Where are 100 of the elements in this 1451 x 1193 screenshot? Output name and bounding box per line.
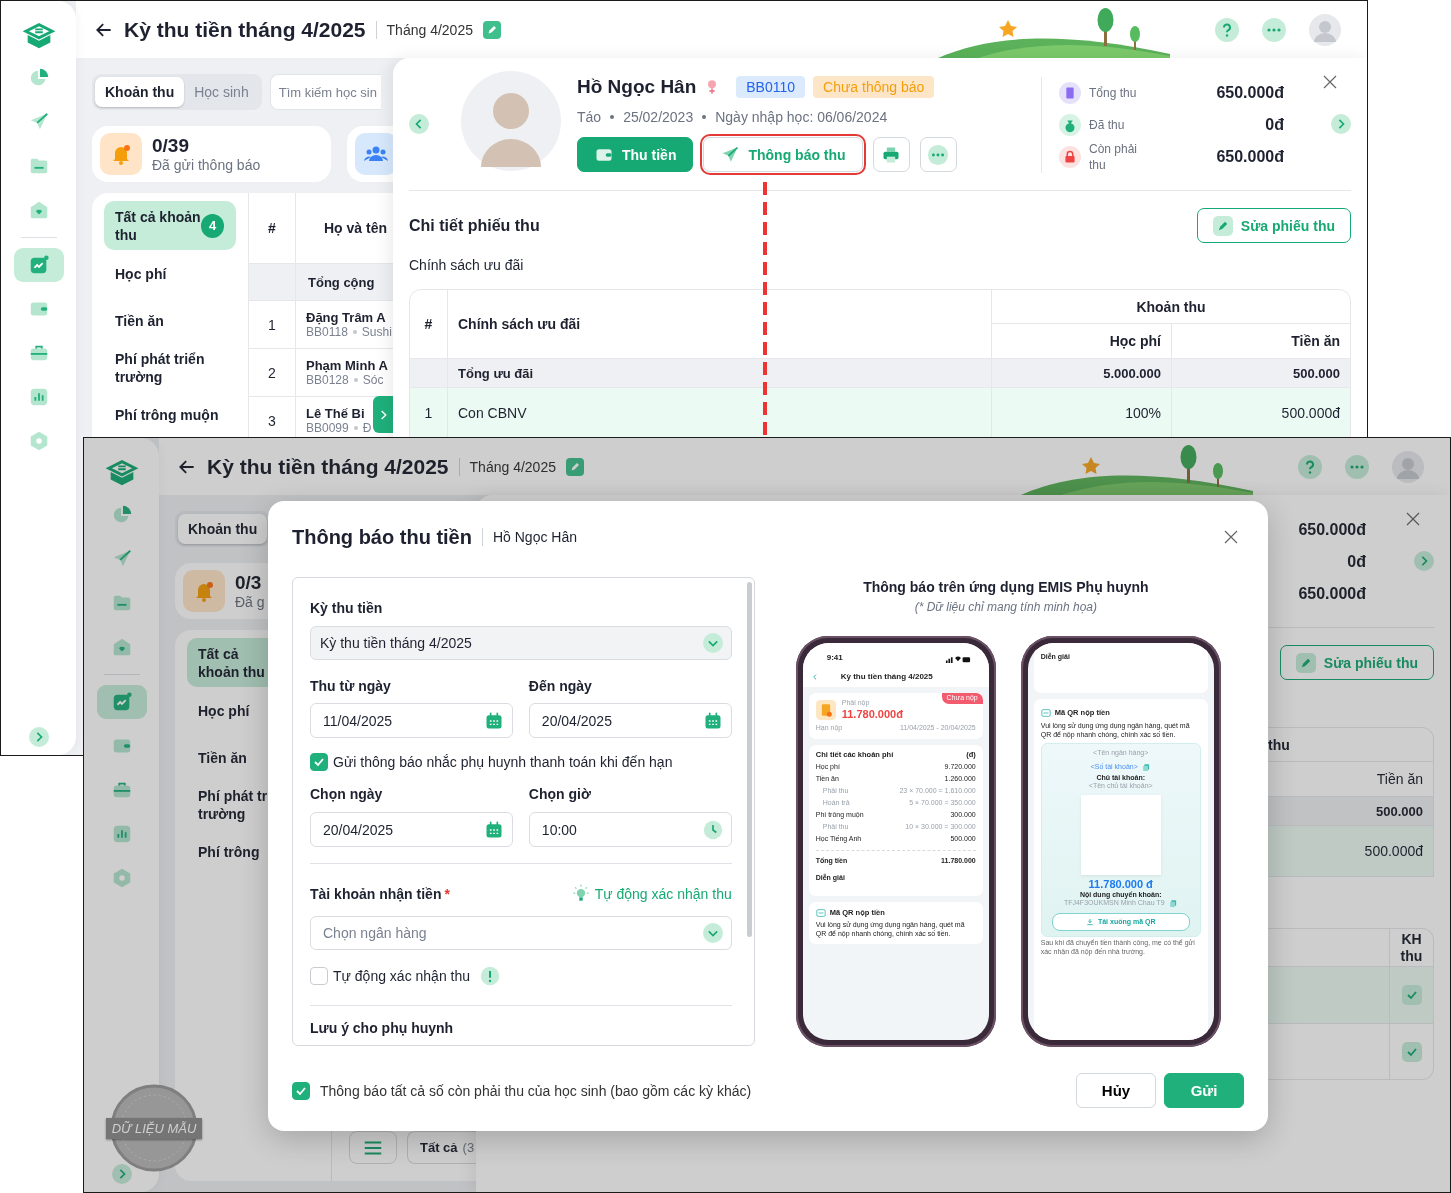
field-label: Thu từ ngày — [310, 677, 392, 695]
checkbox-label: Tự động xác nhận thu — [333, 967, 471, 985]
checkbox[interactable] — [310, 753, 328, 771]
help-icon — [1298, 454, 1322, 479]
category-item[interactable]: Học phí — [104, 250, 236, 297]
student-name: Phạm Minh A — [306, 358, 388, 373]
check-icon — [313, 756, 325, 768]
close-icon — [1222, 528, 1240, 546]
summary-label: Tổng thu — [1089, 85, 1138, 101]
lock-icon — [1059, 146, 1081, 168]
summary-value: 650.000đ — [1216, 84, 1284, 102]
category-item[interactable]: Tất cả khoản thu — [187, 638, 268, 687]
logo-icon — [21, 21, 56, 51]
category-item[interactable]: Phí trông — [187, 828, 268, 875]
close-button[interactable] — [1404, 510, 1422, 528]
preview-note: (* Dữ liệu chỉ mang tính minh họa) — [914, 599, 1098, 615]
screen-title: Kỳ thu tiền tháng 4/2025 — [840, 672, 933, 682]
print-button[interactable] — [872, 137, 910, 172]
money-bag-icon — [1059, 114, 1081, 136]
student-name: Hồ Ngọc Hân — [577, 76, 697, 98]
count-badge: 4 — [201, 213, 224, 238]
more-icon — [1262, 17, 1286, 42]
clock-icon — [702, 819, 723, 840]
category-item[interactable]: Tiền ăn — [187, 734, 268, 781]
expand-button[interactable] — [111, 1164, 132, 1184]
stat-label: Đã gửi thông báo — [152, 157, 261, 173]
checkbox-label: Gửi thông báo nhắc phụ huynh thanh toán khi đến hạn — [333, 753, 673, 771]
column-header: KH thu — [1389, 929, 1433, 966]
category-item[interactable]: Học phí — [187, 687, 268, 734]
student-class: Sóc — [362, 373, 384, 387]
table-cell: 1 — [249, 301, 296, 349]
cancel-button[interactable]: Hủy — [1076, 1073, 1156, 1108]
summary-value: 0đ — [1347, 553, 1366, 571]
section-title: Chi tiết phiếu thu — [409, 216, 540, 235]
amount-value: 11.780.000 đ — [1088, 877, 1153, 891]
close-icon — [1404, 510, 1422, 528]
status-badge: Chưa thông báo — [813, 76, 935, 98]
filter-count: (3 — [462, 1140, 475, 1155]
receipt-icon — [1059, 82, 1081, 104]
edit-button[interactable] — [482, 20, 501, 39]
summary-label: Còn phải thu — [1089, 141, 1139, 173]
scrollbar[interactable] — [746, 582, 752, 937]
chevron-right-icon — [1331, 114, 1351, 134]
pencil-icon — [485, 23, 498, 36]
previous-button[interactable] — [409, 114, 429, 134]
period-label: Tháng 4/2025 — [386, 21, 473, 38]
table-cell: 500.000đ — [1364, 843, 1423, 859]
category-item[interactable]: Phí phát tr trường — [187, 781, 268, 828]
category-item[interactable]: Tiền ăn — [104, 297, 236, 344]
date-field[interactable]: 11/04/2025 — [310, 703, 513, 738]
column-header: Khoản thu — [992, 290, 1350, 324]
menu-button[interactable] — [349, 1131, 397, 1164]
checkbox[interactable] — [310, 967, 328, 985]
stat-value: 0/3 — [235, 572, 263, 594]
bank-select[interactable]: Chọn ngân hàng — [310, 916, 732, 950]
chevron-down-icon — [702, 633, 723, 653]
column-header: Tiền ăn — [1376, 771, 1423, 787]
close-icon — [1321, 73, 1339, 91]
time-field[interactable]: 10:00 — [528, 812, 732, 847]
edit-button[interactable] — [565, 457, 584, 476]
close-button[interactable] — [1321, 73, 1339, 91]
tab[interactable]: Khoản thu — [95, 77, 185, 107]
required-mark: * — [444, 886, 450, 902]
field-label: Kỳ thu tiền — [310, 599, 384, 617]
table-cell: 2 — [249, 349, 296, 397]
help-icon — [1215, 17, 1239, 42]
expand-button[interactable] — [28, 727, 49, 747]
date-field[interactable]: 20/04/2025 — [310, 812, 513, 847]
sidebar-item[interactable] — [96, 685, 147, 719]
tab[interactable]: Khoản thu — [178, 514, 268, 544]
sidebar-item[interactable] — [13, 248, 64, 282]
period-select[interactable]: Kỳ thu tiền tháng 4/2025 — [310, 626, 732, 660]
field-label: Chọn giờ — [528, 785, 592, 803]
student-code: BB0128 — [306, 373, 349, 387]
page-title: Kỳ thu tiền tháng 4/2025 — [207, 454, 449, 479]
category-item[interactable]: Phí phát triển trường — [104, 344, 236, 391]
category-item[interactable]: Phí trông muộn — [104, 391, 236, 438]
column-header: thu — [1268, 736, 1290, 753]
student-name: Lê Thế Bi — [306, 406, 365, 421]
table-cell: Con CBNV — [448, 388, 992, 438]
table-cell: 100% — [992, 388, 1172, 438]
status-time: 9:41 — [826, 653, 843, 663]
date-field[interactable]: 20/04/2025 — [528, 703, 732, 738]
filter-button[interactable]: Tất cả (3 — [407, 1131, 477, 1164]
next-button[interactable] — [1414, 551, 1434, 571]
qr-scan-icon — [1040, 708, 1051, 718]
chevron-left-icon — [810, 673, 819, 681]
summary-label: Đã thu — [1089, 117, 1126, 133]
more-button[interactable] — [919, 137, 957, 172]
summary-value: 650.000đ — [1216, 148, 1284, 166]
checkbox-label: Thông báo tất cả số còn phải thu của học sinh (bao gồm các kỳ khác) — [320, 1081, 752, 1100]
student-code: BB0099 — [306, 421, 349, 435]
checkbox[interactable] — [292, 1081, 310, 1100]
search-field[interactable]: Tìm kiếm học sin — [269, 74, 381, 110]
close-button[interactable] — [1222, 528, 1240, 546]
page-title: Kỳ thu tiền tháng 4/2025 — [124, 17, 366, 42]
copy-icon — [1141, 762, 1151, 772]
next-button[interactable] — [1331, 114, 1351, 134]
table-cell: 1 — [410, 388, 448, 438]
copy-icon — [1168, 899, 1178, 908]
